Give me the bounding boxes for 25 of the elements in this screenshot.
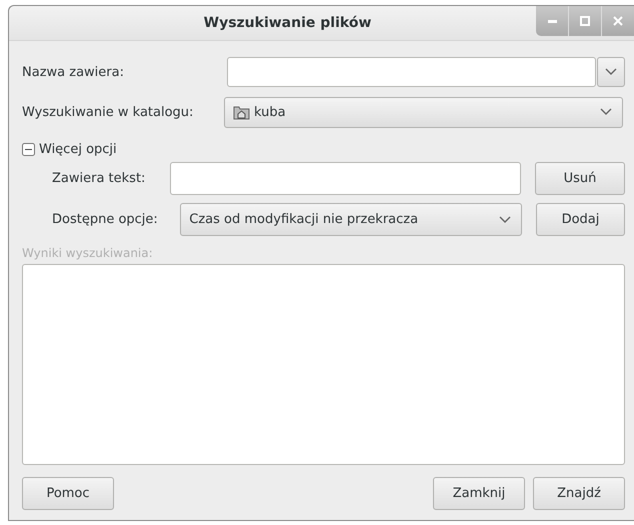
- dialog-button[interactable]: Pomoc: [22, 477, 114, 510]
- dialog-button[interactable]: Znajdź: [533, 477, 625, 510]
- maximize-icon[interactable]: [580, 16, 590, 26]
- minus-box-icon: [22, 142, 35, 156]
- field-label: Dostępne opcje:: [52, 212, 159, 227]
- results-label: Wyniki wyszukiwania:: [22, 246, 153, 260]
- field-label: Wyszukiwanie w katalogu:: [22, 104, 194, 120]
- name-input-field[interactable]: [227, 57, 596, 87]
- chevron-down-icon: [498, 216, 511, 224]
- field-label: Zawiera tekst:: [52, 171, 146, 186]
- minimize-icon[interactable]: [548, 20, 556, 22]
- text-input-field[interactable]: [170, 162, 521, 195]
- chevron-down-icon: [605, 68, 617, 76]
- expander-toggle[interactable]: Więcej opcji: [22, 142, 117, 156]
- home-folder-icon: [233, 104, 250, 120]
- add-button[interactable]: Dodaj: [536, 203, 625, 236]
- dialog-button[interactable]: Zamknij: [433, 477, 525, 510]
- chevron-down-icon: [600, 108, 612, 116]
- window-title: Wyszukiwanie plików: [202, 15, 372, 31]
- dropdown-button[interactable]: [597, 57, 625, 87]
- folder-combo-box[interactable]: kuba: [224, 96, 623, 128]
- close-icon[interactable]: [613, 16, 623, 26]
- remove-button[interactable]: Usuń: [535, 162, 625, 195]
- options-combo-box[interactable]: Czas od modyfikacji nie przekracza: [180, 203, 522, 236]
- field-label: Nazwa zawiera:: [22, 64, 125, 80]
